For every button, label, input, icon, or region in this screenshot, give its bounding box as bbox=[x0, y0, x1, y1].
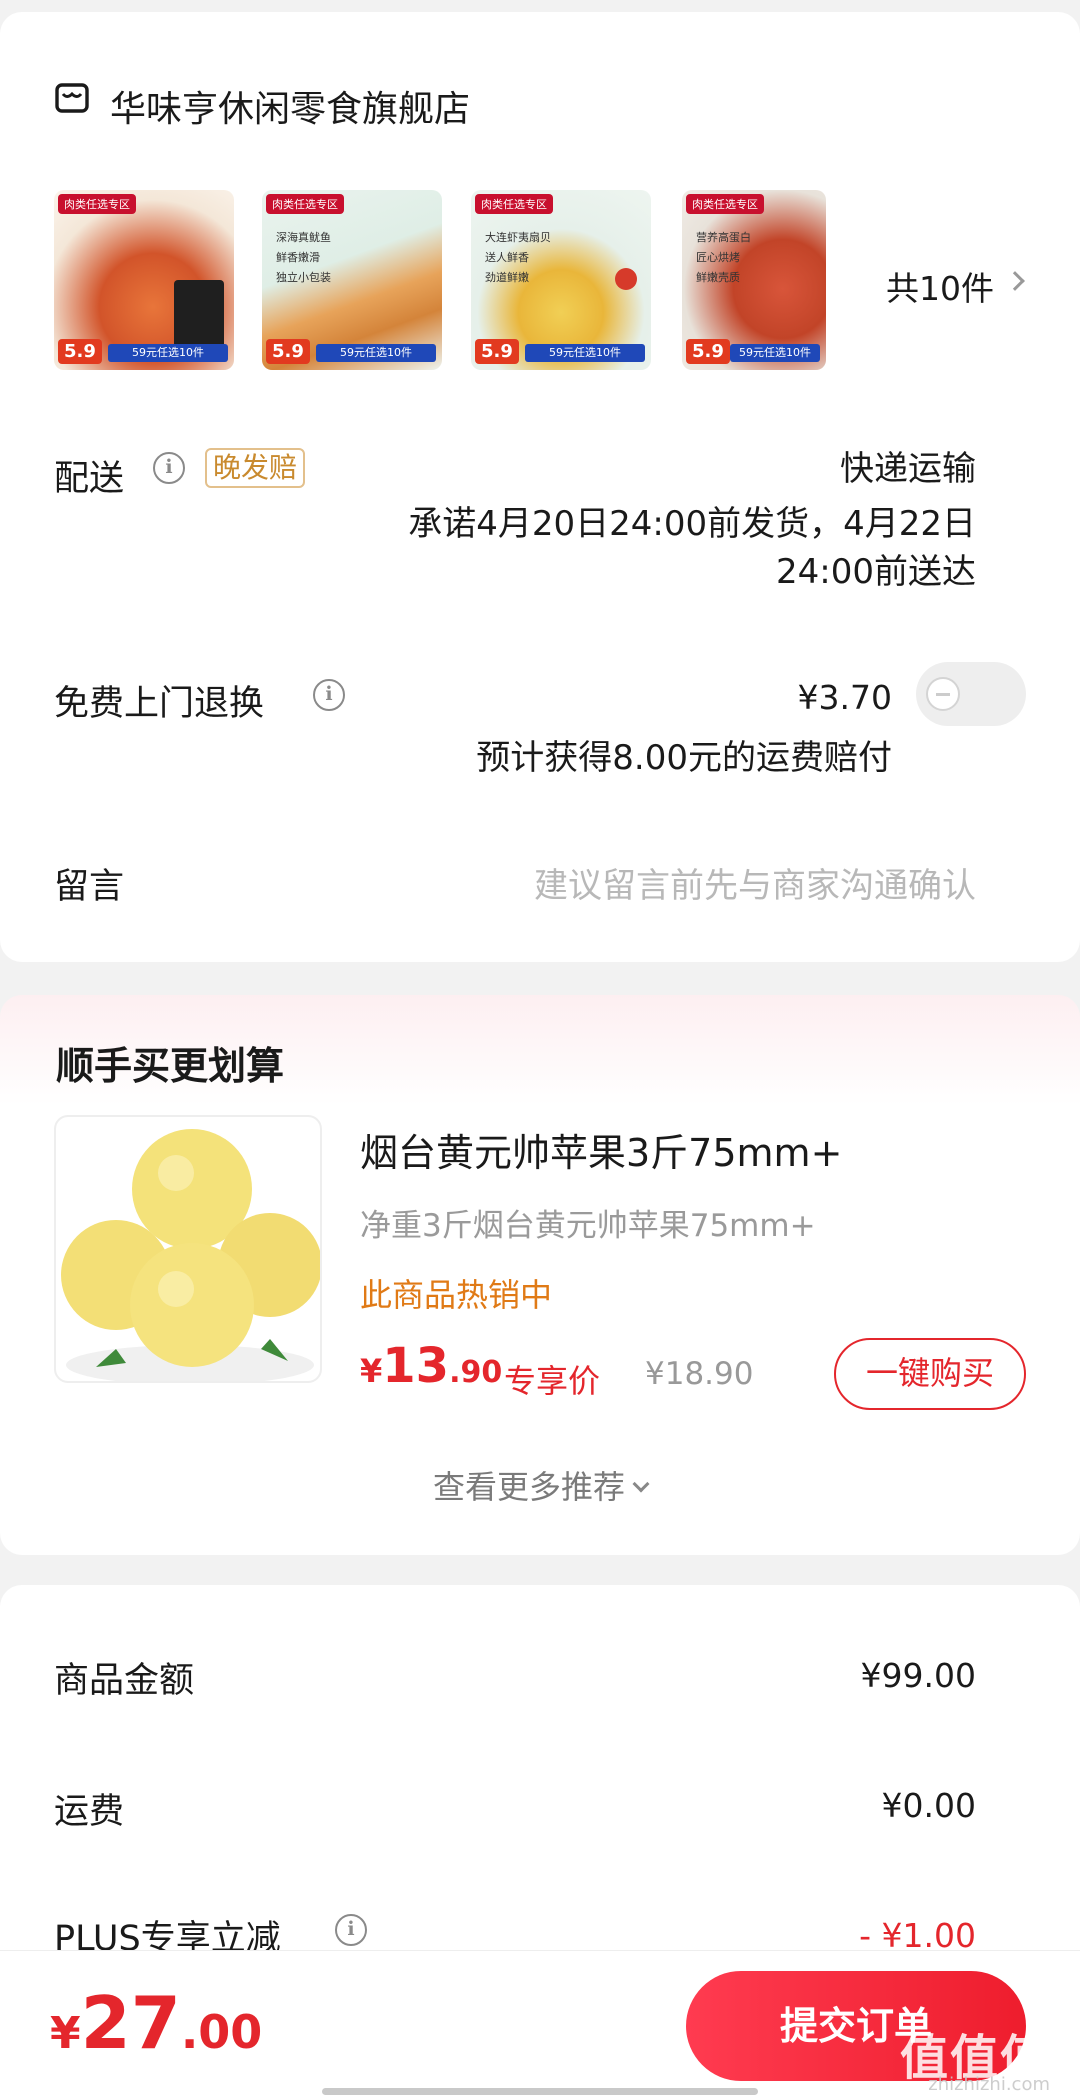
product-name[interactable]: 烟台黄元帅苹果3斤75mm+ bbox=[360, 1122, 842, 1177]
chevron-down-icon bbox=[632, 1475, 650, 1493]
message-input[interactable]: 建议留言前先与商家沟通确认 bbox=[534, 858, 976, 907]
more-recommend-link[interactable]: 查看更多推荐 bbox=[0, 1462, 1080, 1508]
thumbnail-text: 营养高蛋白 匠心烘烤 鲜嫩壳质 bbox=[696, 231, 751, 284]
shipping-value: ¥0.00 bbox=[881, 1786, 976, 1825]
thumbnail-price: 5.9 bbox=[475, 339, 519, 364]
thumbnail-tag: 肉类任选专区 bbox=[58, 194, 136, 214]
toggle-knob bbox=[926, 677, 960, 711]
info-icon[interactable]: i bbox=[153, 452, 185, 484]
thumbnail-tag: 肉类任选专区 bbox=[475, 194, 553, 214]
delivery-label: 配送 bbox=[54, 459, 125, 499]
thumbnail-text: 深海真鱿鱼 鲜香嫩滑 独立小包装 bbox=[276, 231, 331, 284]
goods-amount-value: ¥99.00 bbox=[860, 1656, 976, 1695]
shipping-label: 运费 bbox=[54, 1792, 125, 1832]
compensation-note: 预计获得8.00元的运费赔付 bbox=[476, 738, 892, 778]
total-price: ¥27.00 bbox=[50, 1981, 263, 2065]
watermark-url: zhizhizhi.com bbox=[928, 2074, 1050, 2095]
late-compensation-badge[interactable]: 晚发赔 bbox=[205, 448, 306, 488]
product-thumbnail[interactable]: 肉类任选专区 深海真鱿鱼 鲜香嫩滑 独立小包装 5.9 59元任选10件 bbox=[262, 190, 442, 370]
exclusive-price-tag: 专享价 bbox=[504, 1362, 601, 1400]
thumbnail-price: 5.9 bbox=[266, 339, 310, 364]
product-subtitle: 净重3斤烟台黄元帅苹果75mm+ bbox=[360, 1208, 816, 1244]
one-click-buy-button[interactable]: 一键购买 bbox=[834, 1338, 1026, 1410]
product-thumbnail[interactable]: 肉类任选专区 5.9 59元任选10件 bbox=[54, 190, 234, 370]
hot-sale-label: 此商品热销中 bbox=[360, 1276, 553, 1314]
thumbnail-tag: 肉类任选专区 bbox=[686, 194, 764, 214]
product-image[interactable] bbox=[54, 1115, 322, 1383]
exclusive-price: ¥13.90 bbox=[360, 1338, 503, 1394]
package-image bbox=[174, 280, 224, 350]
thumbnail-strip: 59元任选10件 bbox=[108, 344, 228, 362]
thumbnail-price: 5.9 bbox=[58, 339, 102, 364]
thumbnail-strip: 59元任选10件 bbox=[730, 344, 820, 362]
thumbnail-price: 5.9 bbox=[686, 339, 730, 364]
thumbnail-text: 大连虾夷扇贝 送人鲜香 劲道鲜嫩 bbox=[485, 231, 551, 284]
delivery-method[interactable]: 快递运输 bbox=[840, 445, 976, 493]
delivery-promise-cont: 24:00前送达 bbox=[776, 552, 976, 592]
pepper-image bbox=[615, 268, 637, 290]
free-return-label: 免费上门退换 bbox=[54, 684, 265, 724]
product-thumbnail[interactable]: 肉类任选专区 营养高蛋白 匠心烘烤 鲜嫩壳质 5.9 59元任选10件 bbox=[682, 190, 826, 370]
store-name[interactable]: 华味亨休闲零食旗舰店 bbox=[110, 80, 470, 132]
store-icon bbox=[54, 80, 90, 116]
thumbnail-strip: 59元任选10件 bbox=[525, 344, 645, 362]
original-price: ¥18.90 bbox=[645, 1356, 754, 1392]
product-thumbnail[interactable]: 肉类任选专区 大连虾夷扇贝 送人鲜香 劲道鲜嫩 5.9 59元任选10件 bbox=[471, 190, 651, 370]
thumbnail-tag: 肉类任选专区 bbox=[266, 194, 344, 214]
delivery-promise: 承诺4月20日24:00前发货，4月22日 bbox=[408, 504, 976, 544]
home-indicator[interactable] bbox=[322, 2088, 758, 2095]
info-icon[interactable]: i bbox=[335, 1914, 367, 1946]
return-service-toggle[interactable] bbox=[916, 662, 1026, 726]
item-count[interactable]: 共10件 bbox=[886, 262, 994, 310]
info-icon[interactable]: i bbox=[313, 679, 345, 711]
return-price: ¥3.70 bbox=[797, 678, 892, 717]
thumbnail-strip: 59元任选10件 bbox=[316, 344, 436, 362]
goods-amount-label: 商品金额 bbox=[54, 1661, 195, 1701]
recommend-title: 顺手买更划算 bbox=[56, 1044, 285, 1088]
message-label: 留言 bbox=[54, 867, 125, 907]
